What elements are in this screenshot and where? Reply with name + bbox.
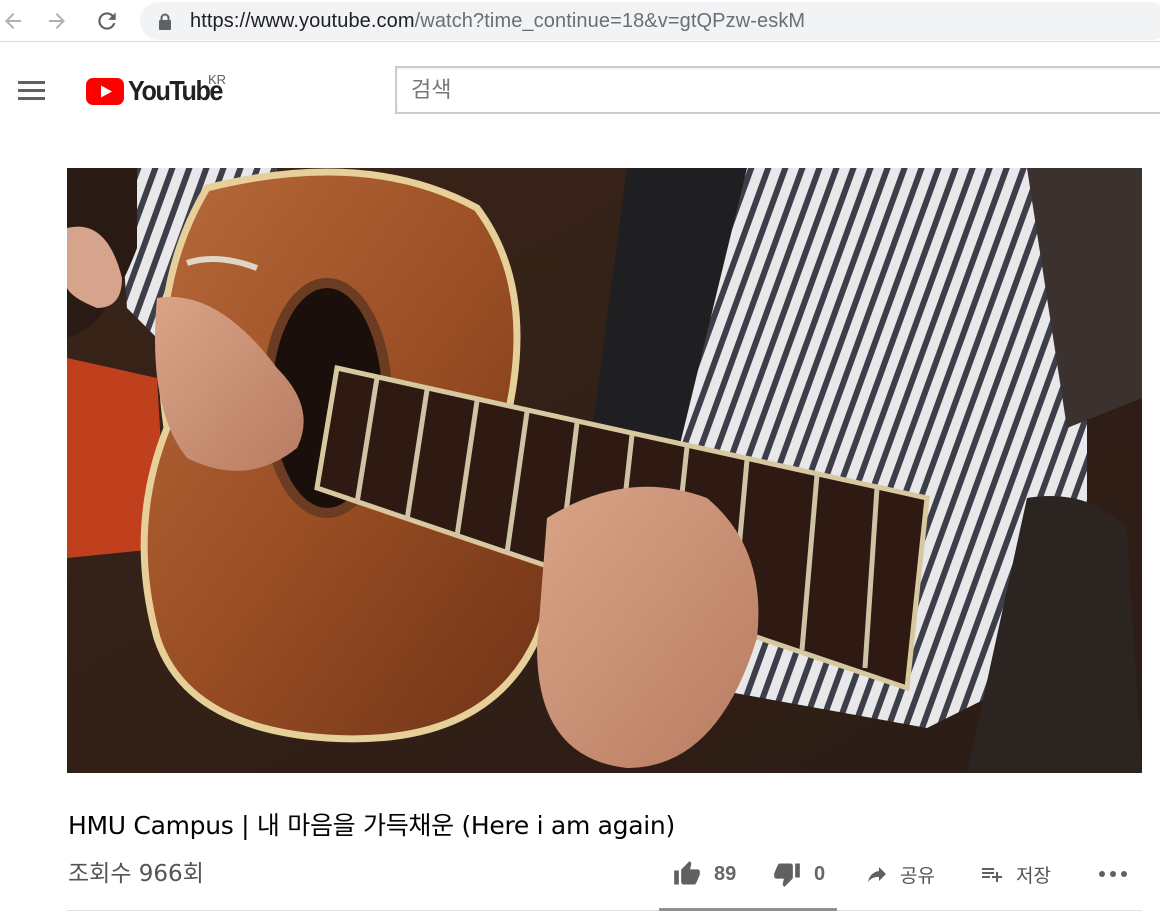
dislike-button[interactable]: 0 [772,857,825,891]
save-button[interactable]: 저장 [978,857,1051,891]
youtube-logo[interactable]: YouTube KR [86,72,232,107]
forward-button[interactable] [42,6,72,36]
url-text: https://www.youtube.com/watch?time_conti… [190,10,805,33]
dislike-count: 0 [814,862,826,885]
like-button[interactable]: 89 [672,857,736,891]
video-frame [67,168,1142,773]
browser-toolbar: https://www.youtube.com/watch?time_conti… [0,0,1160,42]
youtube-play-logo-icon [86,77,124,105]
youtube-masthead: YouTube KR [0,47,1160,133]
view-count: 조회수 966회 [68,861,204,887]
url-path: /watch?time_continue=18&v=gtQPzw-eskM [414,10,806,32]
share-arrow-icon [868,867,886,882]
back-arrow-icon [5,13,21,29]
video-player[interactable] [67,168,1142,773]
address-bar[interactable]: https://www.youtube.com/watch?time_conti… [140,2,1160,40]
share-label: 공유 [900,864,935,887]
info-divider [67,910,1142,911]
reload-button[interactable] [92,6,122,36]
save-label: 저장 [1016,864,1051,887]
lock-icon [159,13,171,30]
search-box[interactable] [395,66,1160,114]
search-input[interactable] [411,74,1111,106]
region-code: KR [208,72,227,87]
sentiment-bar [659,908,837,911]
back-button[interactable] [0,6,28,36]
more-actions-button[interactable] [1098,857,1128,891]
hamburger-menu-button[interactable] [12,75,52,107]
video-title: HMU Campus | 내 마음을 가득채운 (Here i am again… [68,811,675,840]
reload-icon [98,12,116,30]
thumbs-up-icon [674,861,700,885]
url-host: https://www.youtube.com [190,10,415,32]
share-button[interactable]: 공유 [864,857,935,891]
like-count: 89 [714,862,737,885]
thumbs-down-icon [774,863,800,887]
playlist-add-icon [982,868,1002,882]
forward-arrow-icon [49,13,65,29]
more-dots-icon [1099,871,1127,877]
